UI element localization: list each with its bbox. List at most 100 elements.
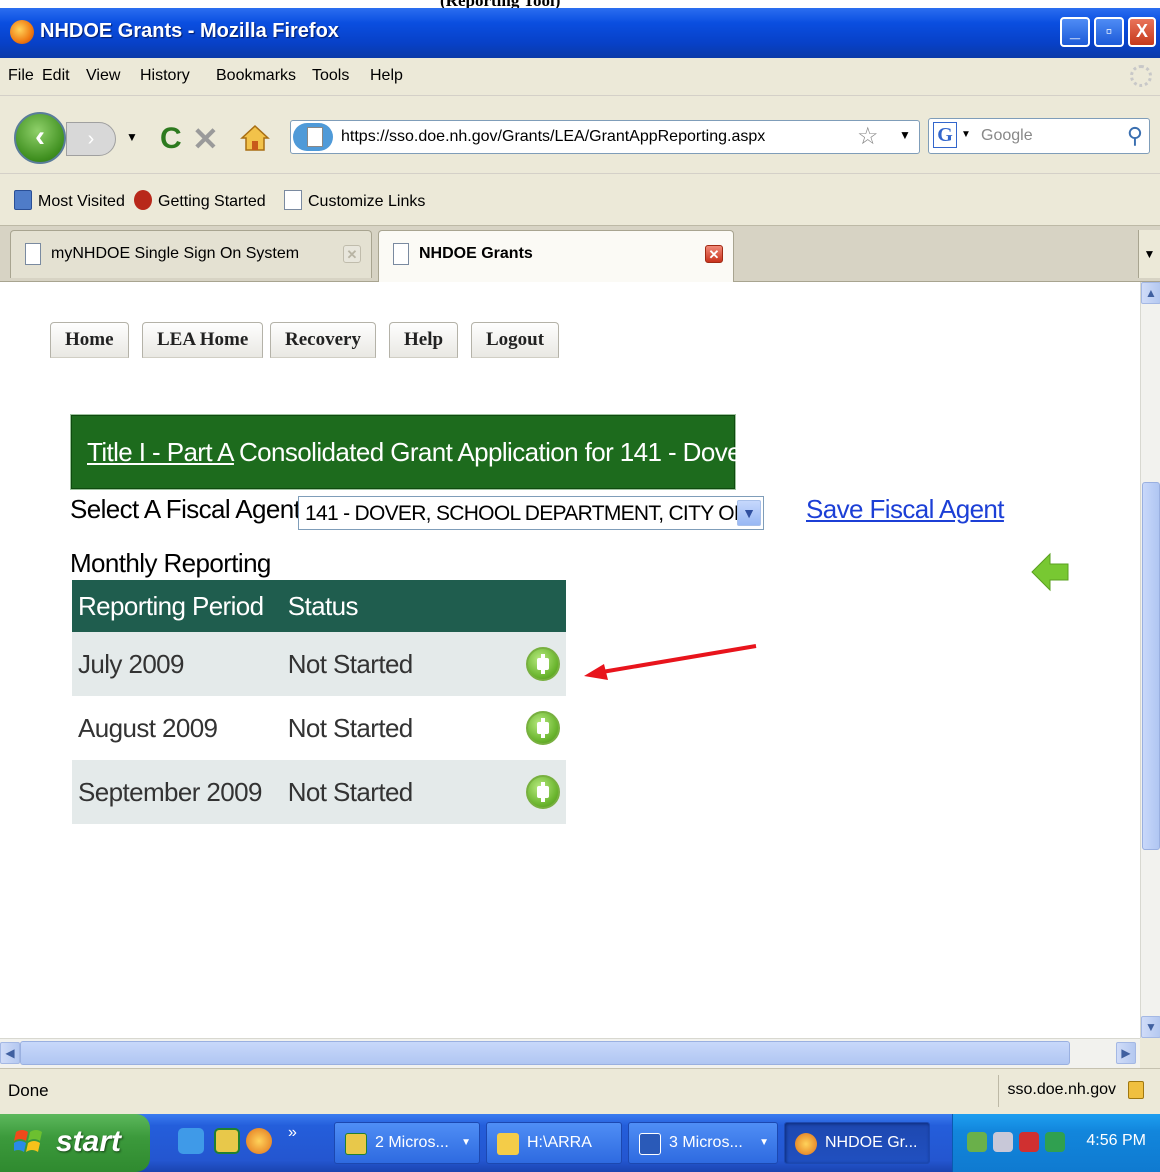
start-label: start xyxy=(56,1125,122,1158)
url-dropdown-icon[interactable]: ▼ xyxy=(899,128,911,142)
tab-label: myNHDOE Single Sign On System xyxy=(51,245,300,262)
fiscal-agent-select[interactable]: 141 - DOVER, SCHOOL DEPARTMENT, CITY OF … xyxy=(298,496,764,530)
table-header-row: Reporting Period Status xyxy=(72,580,566,632)
outlook-icon xyxy=(345,1133,367,1155)
bookmark-star-icon[interactable]: ☆ xyxy=(857,122,879,151)
scroll-down-icon[interactable]: ▼ xyxy=(1141,1016,1160,1038)
site-identity-icon[interactable] xyxy=(293,123,333,151)
bookmark-most-visited[interactable]: Most Visited xyxy=(14,190,125,211)
reporting-table: Reporting Period Status July 2009 Not St… xyxy=(72,580,566,824)
close-tab-icon[interactable]: ✕ xyxy=(343,245,361,263)
menu-edit[interactable]: Edit xyxy=(42,67,70,85)
bookmark-customize-links[interactable]: Customize Links xyxy=(284,190,425,211)
action-cell xyxy=(509,632,566,696)
save-fiscal-agent-link[interactable]: Save Fiscal Agent xyxy=(806,494,1005,525)
history-dropdown-icon[interactable]: ▼ xyxy=(126,130,138,144)
tray-network-icon[interactable] xyxy=(967,1132,987,1152)
outlook-icon[interactable] xyxy=(214,1128,240,1154)
status-cell: Not Started xyxy=(281,696,510,760)
reload-icon[interactable]: C xyxy=(160,122,182,156)
nav-tab-home[interactable]: Home xyxy=(50,322,129,358)
window-title-bar: NHDOE Grants - Mozilla Firefox _ ▫ X xyxy=(0,8,1160,58)
taskbar-button-firefox[interactable]: NHDOE Gr... xyxy=(784,1122,930,1164)
tray-antivirus-icon[interactable] xyxy=(1019,1132,1039,1152)
menu-history[interactable]: History xyxy=(140,67,190,85)
clock: 4:56 PM xyxy=(1086,1132,1146,1149)
taskbar-button-word[interactable]: 3 Micros... ▼ xyxy=(628,1122,778,1164)
banner-text: Consolidated Grant Application for 141 -… xyxy=(239,437,750,467)
menu-tools[interactable]: Tools xyxy=(312,67,349,85)
word-icon xyxy=(639,1133,661,1155)
taskbar-button-outlook[interactable]: 2 Micros... ▼ xyxy=(334,1122,480,1164)
horizontal-scroll-thumb[interactable] xyxy=(20,1041,1070,1065)
start-report-icon[interactable] xyxy=(525,711,560,745)
most-visited-icon xyxy=(14,190,32,210)
start-report-icon[interactable] xyxy=(525,647,560,681)
back-button[interactable]: ‹ xyxy=(14,112,66,164)
scroll-left-icon[interactable]: ◀ xyxy=(0,1042,20,1064)
document-caption: (Reporting Tool) xyxy=(0,0,1160,8)
minimize-button[interactable]: _ xyxy=(1060,17,1090,47)
tab-nhdoe-grants[interactable]: NHDOE Grants ✕ xyxy=(378,230,734,282)
column-header-action xyxy=(509,580,566,632)
internet-explorer-icon[interactable] xyxy=(178,1128,204,1154)
list-all-tabs-button[interactable]: ▼ xyxy=(1138,230,1160,278)
quicklaunch-overflow-icon[interactable]: » xyxy=(288,1124,297,1142)
taskbar-button-label: NHDOE Gr... xyxy=(825,1134,918,1151)
tray-connection-icon[interactable] xyxy=(1045,1132,1065,1152)
nav-tab-recovery[interactable]: Recovery xyxy=(270,322,376,358)
close-tab-icon[interactable]: ✕ xyxy=(705,245,723,263)
search-input[interactable]: Google xyxy=(981,127,1033,145)
getting-started-icon xyxy=(134,190,152,210)
lock-icon[interactable] xyxy=(1128,1081,1144,1099)
google-engine-icon[interactable]: G xyxy=(933,122,957,148)
firefox-icon xyxy=(795,1133,817,1155)
status-cell: Not Started xyxy=(281,632,510,696)
search-icon[interactable]: ⚲ xyxy=(1127,123,1143,149)
tab-label: NHDOE Grants xyxy=(419,245,533,262)
annotation-arrow-icon xyxy=(584,644,757,680)
stop-icon[interactable]: ✕ xyxy=(192,120,219,158)
address-url[interactable]: https://sso.doe.nh.gov/Grants/LEA/GrantA… xyxy=(341,128,765,146)
folder-icon xyxy=(497,1133,519,1155)
home-icon[interactable] xyxy=(240,123,270,153)
status-cell: Not Started xyxy=(281,760,510,824)
vertical-scrollbar[interactable]: ▲ ▼ xyxy=(1140,282,1160,1038)
nav-tab-help[interactable]: Help xyxy=(389,322,459,358)
system-tray: 4:56 PM xyxy=(952,1114,1160,1172)
maximize-button[interactable]: ▫ xyxy=(1094,17,1124,47)
chevron-down-icon[interactable]: ▼ xyxy=(737,500,761,526)
firefox-quicklaunch-icon[interactable] xyxy=(246,1128,272,1154)
bookmark-label: Customize Links xyxy=(308,193,426,210)
taskbar-button-folder[interactable]: H:\ARRA xyxy=(486,1122,622,1164)
bookmarks-toolbar: Most Visited Getting Started Customize L… xyxy=(0,174,1160,226)
scroll-up-icon[interactable]: ▲ xyxy=(1141,282,1160,304)
menu-bookmarks[interactable]: Bookmarks xyxy=(216,67,296,85)
nav-tab-lea-home[interactable]: LEA Home xyxy=(142,322,264,358)
engine-dropdown-icon[interactable]: ▼ xyxy=(961,129,971,140)
scroll-right-icon[interactable]: ▶ xyxy=(1116,1042,1136,1064)
tray-security-icon[interactable] xyxy=(993,1132,1013,1152)
tab-single-sign-on[interactable]: myNHDOE Single Sign On System ✕ xyxy=(10,230,372,278)
nav-tab-logout[interactable]: Logout xyxy=(471,322,560,358)
horizontal-scrollbar[interactable]: ◀ ▶ xyxy=(0,1038,1140,1068)
start-button[interactable]: start xyxy=(0,1114,150,1172)
fiscal-agent-label: Select A Fiscal Agent: xyxy=(70,494,307,524)
vertical-scroll-thumb[interactable] xyxy=(1142,482,1160,850)
forward-button[interactable]: › xyxy=(66,122,116,156)
search-bar[interactable]: G ▼ Google ⚲ xyxy=(928,118,1150,154)
throbber-icon xyxy=(1130,65,1152,87)
column-header-status: Status xyxy=(281,580,510,632)
menu-help[interactable]: Help xyxy=(370,67,403,85)
start-report-icon[interactable] xyxy=(525,775,560,809)
firefox-icon xyxy=(10,20,34,44)
close-window-button[interactable]: X xyxy=(1128,17,1156,47)
address-bar[interactable]: https://sso.doe.nh.gov/Grants/LEA/GrantA… xyxy=(290,120,920,154)
menu-file[interactable]: File xyxy=(8,67,34,85)
back-arrow-icon[interactable] xyxy=(1030,550,1070,594)
fiscal-agent-selected-value: 141 - DOVER, SCHOOL DEPARTMENT, CITY OF xyxy=(305,502,747,525)
bookmark-getting-started[interactable]: Getting Started xyxy=(134,190,266,211)
menu-view[interactable]: View xyxy=(86,67,120,85)
status-text: Done xyxy=(8,1081,49,1100)
title-i-part-a-link[interactable]: Title I - Part A xyxy=(87,437,235,468)
